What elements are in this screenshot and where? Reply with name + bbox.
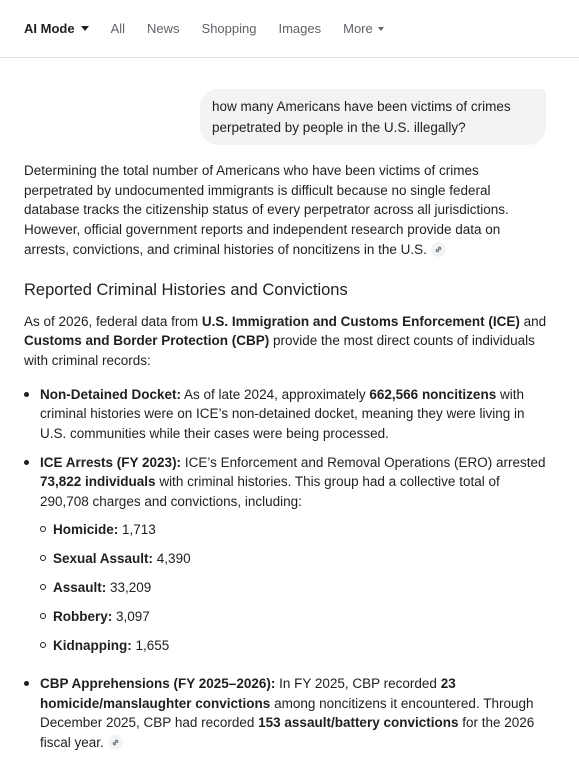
item-label: CBP Apprehensions (FY 2025–2026):	[40, 675, 276, 691]
list-item-ice-arrests: ICE Arrests (FY 2023): ICE’s Enforcement…	[24, 453, 548, 665]
charges-list: Homicide: 1,713 Sexual Assault: 4,390 As…	[40, 520, 548, 665]
list-item: Robbery: 3,097	[40, 607, 548, 636]
list-item-cbp: CBP Apprehensions (FY 2025–2026): In FY …	[24, 674, 548, 753]
findings-list: Non-Detained Docket: As of late 2024, ap…	[24, 385, 548, 753]
charge-label: Kidnapping:	[53, 637, 132, 653]
chevron-down-icon	[80, 26, 89, 31]
link-icon[interactable]	[430, 241, 446, 257]
chevron-down-icon	[377, 26, 384, 31]
tab-more[interactable]: More	[343, 21, 384, 36]
list-item: Assault: 33,209	[40, 578, 548, 607]
lead-text: As of 2026, federal data from	[24, 313, 202, 329]
user-query-bubble: how many Americans have been victims of …	[200, 89, 546, 145]
charge-value: 33,209	[106, 579, 152, 595]
tab-label: All	[110, 21, 126, 36]
tab-shopping[interactable]: Shopping	[202, 21, 257, 36]
item-text: As of late 2024, approximately	[181, 386, 370, 402]
item-highlight: 153 assault/battery convictions	[258, 715, 459, 731]
item-text: ICE’s Enforcement and Removal Operations…	[181, 454, 546, 470]
list-item: Sexual Assault: 4,390	[40, 549, 548, 578]
tab-label: More	[343, 21, 373, 36]
list-item-docket: Non-Detained Docket: As of late 2024, ap…	[24, 385, 548, 444]
tab-label: AI Mode	[24, 21, 75, 36]
charge-value: 1,655	[131, 637, 170, 653]
tab-label: Shopping	[201, 21, 257, 36]
item-highlight: 662,566 noncitizens	[369, 386, 497, 402]
item-label: ICE Arrests (FY 2023):	[40, 454, 182, 470]
link-icon[interactable]	[107, 734, 123, 750]
charge-label: Robbery:	[53, 608, 113, 624]
tab-all[interactable]: All	[111, 21, 125, 36]
section-heading: Reported Criminal Histories and Convicti…	[24, 280, 348, 299]
tab-label: News	[147, 21, 180, 36]
tab-news[interactable]: News	[147, 21, 180, 36]
cbp-name: Customs and Border Protection (CBP)	[24, 333, 270, 349]
tab-ai-mode[interactable]: AI Mode	[24, 21, 89, 36]
list-item: Homicide: 1,713	[40, 520, 548, 549]
ice-name: U.S. Immigration and Customs Enforcement…	[201, 313, 520, 329]
item-text: In FY 2025, CBP recorded	[275, 675, 441, 691]
intro-paragraph: Determining the total number of American…	[24, 161, 548, 260]
list-item: Kidnapping: 1,655	[40, 636, 548, 665]
charge-value: 1,713	[118, 521, 156, 537]
item-label: Non-Detained Docket:	[40, 386, 182, 402]
tab-label: Images	[278, 21, 322, 36]
charge-label: Assault:	[53, 579, 107, 595]
tab-images[interactable]: Images	[278, 21, 321, 36]
lead-paragraph: As of 2026, federal data from U.S. Immig…	[24, 312, 548, 371]
item-highlight: 73,822 individuals	[40, 474, 156, 490]
charge-value: 4,390	[153, 550, 191, 566]
ai-response: Determining the total number of American…	[24, 161, 548, 762]
charge-label: Sexual Assault:	[53, 550, 154, 566]
charge-value: 3,097	[112, 608, 150, 624]
lead-text: and	[519, 313, 547, 329]
charge-label: Homicide:	[53, 521, 119, 537]
search-tabs: AI Mode All News Shopping Images More	[0, 0, 579, 58]
